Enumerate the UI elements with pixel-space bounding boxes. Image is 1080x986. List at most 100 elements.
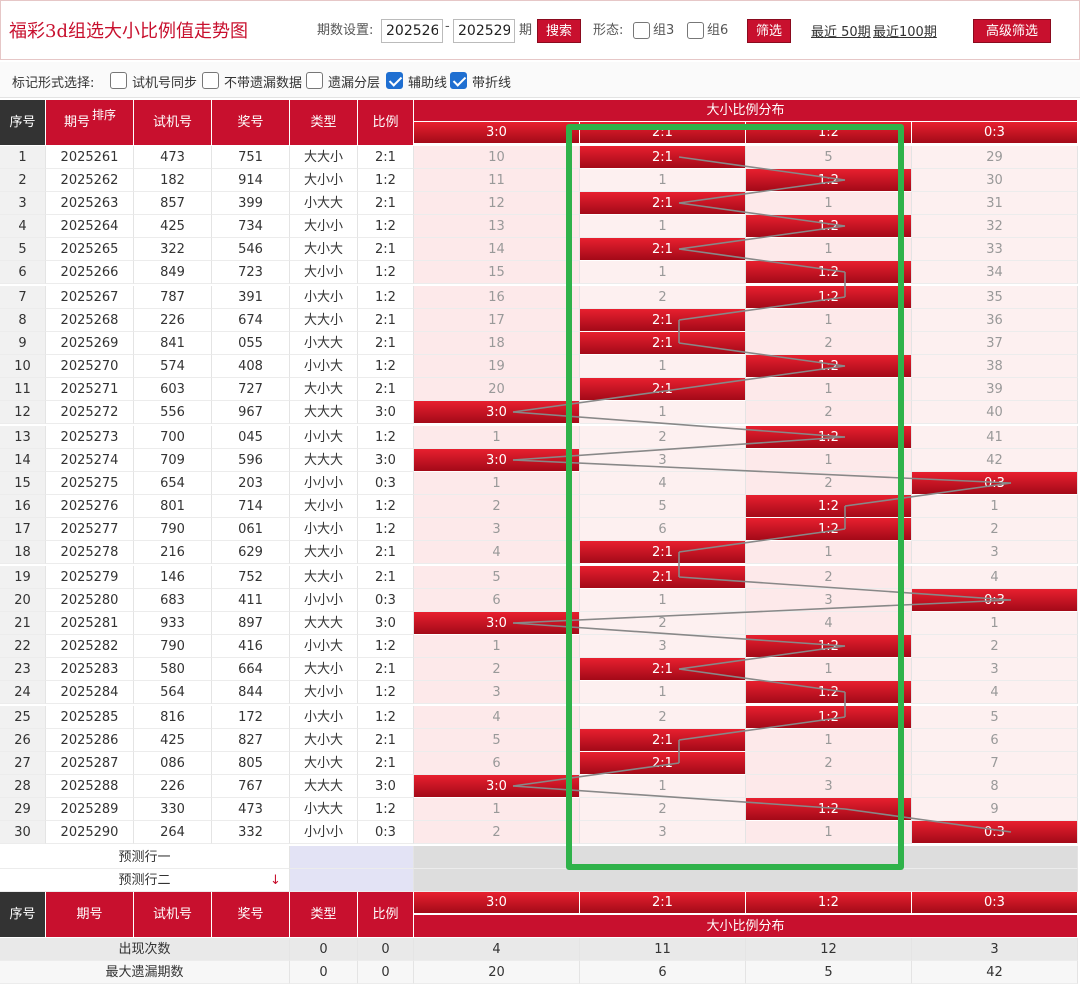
dist-hit-cell: 1:2 [746,635,912,658]
row-ratio-cell: 2:1 [358,752,414,775]
period-unit: 期 [519,23,533,38]
dist-miss-cell: 40 [912,401,1078,424]
row-type-cell: 大大小 [290,658,358,681]
dist-miss-cell: 2 [414,658,580,681]
search-button[interactable]: 搜索 [537,19,581,43]
row-draw-cell: 734 [212,215,290,238]
dist-miss-cell: 1 [746,378,912,401]
dist-hit-cell: 1:2 [746,169,912,192]
row-type-cell: 小大大 [290,192,358,215]
col-footer-draw: 奖号 [212,892,290,938]
dist-miss-cell: 2 [414,495,580,518]
dist-miss-cell: 3 [912,541,1078,564]
dist-hit-cell: 0:3 [912,589,1078,612]
row-ratio-cell: 3:0 [358,775,414,798]
dist-miss-cell: 1 [414,798,580,821]
dist-hit-cell: 2:1 [580,752,746,775]
dist-miss-cell: 4 [746,612,912,635]
dist-hit-cell: 3:0 [414,401,580,424]
row-ratio-cell: 1:2 [358,706,414,729]
advanced-filter-button[interactable]: 高级筛选 [973,19,1051,43]
row-ratio-cell: 2:1 [358,238,414,261]
predict-row-2-input[interactable] [290,869,414,892]
mark-option-checkbox-checked[interactable] [450,72,467,89]
dist-miss-cell: 3 [414,518,580,541]
dist-miss-cell: 2 [912,518,1078,541]
row-test-cell: 580 [134,658,212,681]
dist-col-header: 2:1 [580,122,746,144]
predict-row-2-dist[interactable] [414,869,1078,892]
recent-50-link[interactable]: 最近 50期 [811,21,871,40]
dist-hit-cell: 0:3 [912,821,1078,844]
dist-miss-cell: 2 [746,566,912,589]
row-type-cell: 大小小 [290,261,358,284]
row-seq-cell: 12 [0,401,46,424]
dist-miss-cell: 2 [580,706,746,729]
dist-hit-cell: 1:2 [746,355,912,378]
dist-hit-cell: 2:1 [580,566,746,589]
row-draw-cell: 629 [212,541,290,564]
row-seq-cell: 19 [0,566,46,589]
row-ratio-cell: 2:1 [358,332,414,355]
dist-hit-cell: 3:0 [414,775,580,798]
dist-hit-cell: 3:0 [414,612,580,635]
row-ratio-cell: 2:1 [358,192,414,215]
dist-miss-cell: 2 [580,612,746,635]
row-ratio-cell: 1:2 [358,261,414,284]
mark-option-checkbox-checked[interactable] [386,72,403,89]
dist-miss-cell: 4 [414,541,580,564]
row-type-cell: 大大小 [290,309,358,332]
group6-checkbox[interactable] [687,22,704,39]
row-draw-cell: 172 [212,706,290,729]
sort-toggle[interactable]: 排序 [92,106,116,123]
dist-miss-cell: 3 [580,821,746,844]
dist-col-header: 3:0 [414,122,580,144]
recent-100-link[interactable]: 最近100期 [873,21,937,40]
row-issue-cell: 2025279 [46,566,134,589]
row-ratio-cell: 0:3 [358,821,414,844]
period-to-input[interactable] [453,19,515,43]
predict-row-1-dist[interactable] [414,846,1078,869]
row-test-cell: 841 [134,332,212,355]
row-test-cell: 330 [134,798,212,821]
mark-option-label: 遗漏分层 [328,76,381,91]
stats-dist-value: 3 [912,938,1078,961]
dist-miss-cell: 9 [912,798,1078,821]
dist-miss-cell: 3 [414,681,580,704]
row-type-cell: 大小大 [290,729,358,752]
predict-row-1-input[interactable] [290,846,414,869]
row-test-cell: 787 [134,286,212,309]
dist-hit-cell: 1:2 [746,706,912,729]
dist-miss-cell: 32 [912,215,1078,238]
mark-option-checkbox[interactable] [202,72,219,89]
row-draw-cell: 967 [212,401,290,424]
mark-option-checkbox[interactable] [306,72,323,89]
row-type-cell: 大小小 [290,495,358,518]
dist-miss-cell: 31 [912,192,1078,215]
row-issue-cell: 2025273 [46,426,134,449]
arrow-down-icon[interactable]: ↓ [270,869,281,891]
dist-miss-cell: 14 [414,238,580,261]
dist-miss-cell: 39 [912,378,1078,401]
group3-checkbox[interactable] [633,22,650,39]
row-issue-cell: 2025277 [46,518,134,541]
dist-hit-cell: 1:2 [746,215,912,238]
row-seq-cell: 14 [0,449,46,472]
col-footer-ratio: 比例 [358,892,414,938]
dist-miss-cell: 4 [912,566,1078,589]
dist-hit-cell: 2:1 [580,378,746,401]
row-type-cell: 小小小 [290,589,358,612]
dist-miss-cell: 1 [580,261,746,284]
row-seq-cell: 5 [0,238,46,261]
row-test-cell: 182 [134,169,212,192]
col-footer-type: 类型 [290,892,358,938]
stats-label: 出现次数 [0,938,290,961]
filter-button[interactable]: 筛选 [747,19,791,43]
mark-option-checkbox[interactable] [110,72,127,89]
period-from-input[interactable] [381,19,443,43]
dist-miss-cell: 8 [912,775,1078,798]
row-type-cell: 大大小 [290,541,358,564]
row-issue-cell: 2025284 [46,681,134,704]
row-type-cell: 小大大 [290,798,358,821]
row-test-cell: 146 [134,566,212,589]
